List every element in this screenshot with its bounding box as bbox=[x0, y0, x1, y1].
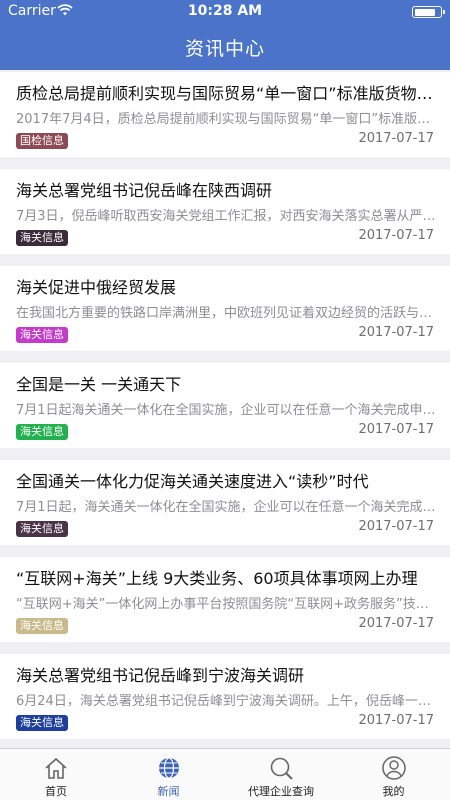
news-card[interactable]: 海关促进中俄经贸发展在我国北方重要的铁路口岸满洲里，中欧班列见证着双边经贸的活跃… bbox=[0, 266, 450, 351]
nav-header: Carrier 10:28 AM 资讯中心 bbox=[0, 0, 450, 70]
search-icon bbox=[270, 757, 293, 780]
news-title: 海关总署党组书记倪岳峰在陕西调研 bbox=[16, 181, 273, 200]
news-summary: 7月1日起，海关通关一体化在全国实施，企业可以在任意一个海关完成申报 bbox=[16, 500, 436, 515]
tab-home[interactable]: 首页 bbox=[0, 749, 112, 800]
news-card[interactable]: 质检总局提前顺利实现与国际贸易“单一窗口”标准版货物申报系统对接 2017年7月4… bbox=[0, 72, 450, 157]
news-title: “互联网+海关”上线 9大类业务、60项具体事项网上办理 bbox=[16, 569, 418, 588]
news-date: 2017-07-17 bbox=[358, 422, 434, 437]
category-badge: 海关信息 bbox=[16, 715, 68, 731]
news-card[interactable]: 全国是一关 一关通天下 7月1日起海关通关一体化在全国实施，企业可以在任意一个海关… bbox=[0, 363, 450, 448]
news-card[interactable]: 全国通关一体化力促海关通关速度进入“读秒”时代 7月1日起，海关通关一体化在全国实… bbox=[0, 460, 450, 545]
news-date: 2017-07-17 bbox=[358, 519, 434, 534]
category-badge: 海关信息 bbox=[16, 618, 68, 634]
news-date: 2017-07-17 bbox=[358, 131, 434, 146]
status-bar: Carrier 10:28 AM bbox=[0, 0, 450, 24]
category-badge: 海关信息 bbox=[16, 521, 68, 537]
news-card[interactable]: 海关总署党组书记倪岳峰到宁波海关调研 6月24日，海关总署党组书记倪岳峰到宁波海关… bbox=[0, 654, 450, 739]
tab-user[interactable]: 我的 bbox=[338, 749, 450, 800]
tab-globe[interactable]: 新闻 bbox=[113, 749, 225, 800]
news-date: 2017-07-17 bbox=[358, 325, 434, 340]
tab-label: 新闻 bbox=[157, 785, 180, 798]
globe-icon bbox=[158, 757, 179, 779]
news-summary: 7月1日起海关通关一体化在全国实施，企业可以在任意一个海关完成申报、缴税 bbox=[16, 403, 436, 418]
category-badge: 国检信息 bbox=[16, 133, 68, 149]
news-title: 全国是一关 一关通天下 bbox=[16, 375, 182, 394]
tab-label: 代理企业查询 bbox=[248, 785, 314, 798]
user-icon bbox=[381, 756, 406, 780]
home-icon bbox=[45, 757, 67, 779]
news-title: 海关促进中俄经贸发展 bbox=[16, 278, 177, 297]
battery-icon bbox=[412, 6, 445, 18]
news-card[interactable]: “互联网+海关”上线 9大类业务、60项具体事项网上办理 “互联网+海关”一体化网… bbox=[0, 557, 450, 642]
status-time: 10:28 AM bbox=[187, 3, 263, 19]
news-card[interactable]: 海关总署党组书记倪岳峰在陕西调研 7月3日，倪岳峰听取西安海关党组工作汇报，对西安… bbox=[0, 169, 450, 254]
category-badge: 海关信息 bbox=[16, 424, 68, 440]
news-list[interactable]: 质检总局提前顺利实现与国际贸易“单一窗口”标准版货物申报系统对接 2017年7月4… bbox=[0, 70, 450, 748]
news-summary: 2017年7月4日，质检总局提前顺利实现与国际贸易“单一窗口”标准版货物申报系统… bbox=[16, 112, 436, 127]
news-title: 海关总署党组书记倪岳峰到宁波海关调研 bbox=[16, 666, 305, 685]
news-date: 2017-07-17 bbox=[358, 713, 434, 728]
category-badge: 海关信息 bbox=[16, 230, 68, 246]
news-title: 全国通关一体化力促海关通关速度进入“读秒”时代 bbox=[16, 472, 369, 491]
news-date: 2017-07-17 bbox=[358, 616, 434, 631]
page-title: 资讯中心 bbox=[184, 38, 265, 60]
news-summary: 7月3日，倪岳峰听取西安海关党组工作汇报，对西安海关落实总署从严治党要求 bbox=[16, 209, 436, 224]
news-summary: 6月24日，海关总署党组书记倪岳峰到宁波海关调研。上午，倪岳峰一行来到宁波舟山港 bbox=[16, 694, 436, 709]
news-title: 质检总局提前顺利实现与国际贸易“单一窗口”标准版货物申报系统对接 bbox=[16, 84, 436, 103]
news-summary: “互联网+海关”一体化网上办事平台按照国务院“互联网+政务服务”技术体系建设 bbox=[16, 597, 436, 612]
tab-label: 我的 bbox=[382, 785, 405, 798]
tab-search[interactable]: 代理企业查询 bbox=[225, 749, 337, 800]
category-badge: 海关信息 bbox=[16, 327, 68, 343]
tab-bar: 首页 新闻 代理企业查询 我的 bbox=[0, 748, 450, 800]
tab-label: 首页 bbox=[45, 785, 67, 798]
news-summary: 在我国北方重要的铁路口岸满洲里，中欧班列见证着双边经贸的活跃与发展 bbox=[16, 306, 436, 321]
news-date: 2017-07-17 bbox=[358, 228, 434, 243]
